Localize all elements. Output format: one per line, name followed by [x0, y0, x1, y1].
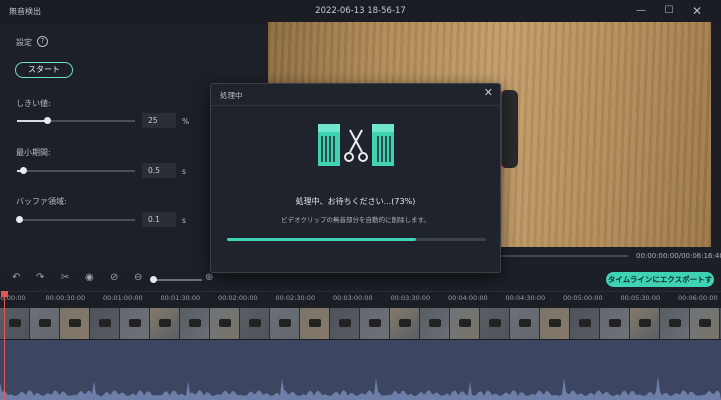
processing-subtitle: ビデオクリップの無音部分を自動的に削除します。 — [281, 216, 430, 224]
close-icon[interactable]: ✕ — [484, 86, 493, 99]
zoom-slider[interactable] — [152, 279, 202, 281]
clip-thumbnail — [540, 308, 570, 339]
video-track[interactable] — [0, 308, 721, 339]
playhead[interactable] — [4, 291, 5, 400]
threshold-unit: % — [182, 117, 190, 126]
ruler-tick: 00:05:30:00 — [620, 294, 661, 302]
timeline-ruler[interactable]: 00:00:00:0000:00:30:0000:01:00:0000:01:3… — [0, 291, 721, 307]
ruler-tick: 00:01:30:00 — [160, 294, 201, 302]
min-duration-slider[interactable] — [17, 167, 135, 174]
clip-thumbnail — [240, 308, 270, 339]
eye-icon[interactable]: ◉ — [85, 272, 94, 283]
buffer-input[interactable]: 0.1 — [142, 212, 176, 227]
zoom-slider-handle[interactable] — [150, 276, 157, 283]
processing-dialog: 処理中 ✕ 処理中、お待ちください...(73%) ビデオクリップの無音部分を自… — [210, 83, 501, 273]
min-duration-input[interactable]: 0.5 — [142, 163, 176, 178]
close-icon[interactable]: ✕ — [688, 3, 706, 19]
buffer-unit: s — [182, 216, 186, 225]
clip-thumbnail — [270, 308, 300, 339]
ruler-tick: 00:05:00:00 — [563, 294, 603, 302]
clip-thumbnail — [30, 308, 60, 339]
ruler-tick: 00:02:00:00 — [218, 294, 258, 302]
buffer-label: バッファ領域: — [16, 197, 67, 206]
min-duration-slider-handle[interactable] — [19, 167, 27, 174]
clip-thumbnail — [90, 308, 120, 339]
clip-thumbnail — [300, 308, 330, 339]
clip-thumbnail — [570, 308, 600, 339]
clip-thumbnail — [120, 308, 150, 339]
export-to-timeline-button[interactable]: タイムラインにエクスポートする — [606, 272, 714, 299]
title-bar: 無音検出 2022-06-13 18-56-17 — ☐ ✕ — [0, 0, 721, 24]
threshold-label: しきい値: — [16, 99, 51, 108]
audio-track[interactable] — [0, 340, 721, 400]
clip-thumbnail — [210, 308, 240, 339]
settings-heading: 設定 — [16, 38, 32, 47]
clip-thumbnail — [600, 308, 630, 339]
ruler-tick: 00:03:30:00 — [390, 294, 431, 302]
clip-thumbnail — [630, 308, 660, 339]
processing-message: 処理中、お待ちください...(73%) — [295, 197, 416, 206]
clip-thumbnail — [180, 308, 210, 339]
min-duration-label: 最小期間: — [16, 148, 51, 157]
clip-thumbnail — [450, 308, 480, 339]
clip-thumbnail — [660, 308, 690, 339]
minimize-icon[interactable]: — — [632, 3, 650, 19]
start-button[interactable]: スタート — [15, 62, 73, 78]
preview-progress-bar[interactable] — [500, 255, 628, 257]
clip-thumbnail — [390, 308, 420, 339]
ruler-tick: 00:02:30:00 — [275, 294, 316, 302]
ruler-tick: 00:00:30:00 — [45, 294, 86, 302]
ruler-tick: 00:04:30:00 — [505, 294, 546, 302]
maximize-icon[interactable]: ☐ — [660, 3, 678, 19]
undo-icon[interactable]: ↶ — [12, 272, 20, 283]
threshold-slider[interactable] — [17, 117, 135, 124]
clip-thumbnail — [480, 308, 510, 339]
min-duration-unit: s — [182, 167, 186, 176]
threshold-input[interactable]: 25 — [142, 113, 176, 128]
redo-icon[interactable]: ↷ — [36, 272, 44, 283]
clip-thumbnail — [60, 308, 90, 339]
clip-thumbnail — [150, 308, 180, 339]
buffer-slider[interactable] — [16, 216, 135, 223]
eye-off-icon[interactable]: ⊘ — [110, 272, 118, 283]
clip-thumbnail — [360, 308, 390, 339]
clip-thumbnail — [510, 308, 540, 339]
ruler-tick: 00:04:00:00 — [448, 294, 488, 302]
ruler-tick: 00:01:00:00 — [103, 294, 143, 302]
preview-timecode: 00:00:00:00/00:06:16:40 — [636, 252, 721, 260]
clip-thumbnail — [330, 308, 360, 339]
threshold-slider-handle[interactable] — [43, 117, 51, 124]
zoom-in-icon[interactable]: ⊕ — [205, 272, 213, 283]
clip-thumbnail — [690, 308, 720, 339]
window-title: 2022-06-13 18-56-17 — [315, 6, 406, 16]
scissors-icon[interactable]: ✂ — [61, 272, 69, 283]
clip-thumbnail — [420, 308, 450, 339]
audio-waveform — [0, 376, 721, 400]
ruler-tick: 00:06:00:00 — [678, 294, 718, 302]
processing-progress-bar — [227, 238, 486, 241]
preview-object — [500, 90, 518, 168]
scissors-cutting-icon — [318, 124, 394, 166]
dialog-title: 処理中 — [220, 91, 243, 100]
ruler-tick: 00:03:00:00 — [333, 294, 373, 302]
processing-progress-fill — [227, 238, 417, 241]
zoom-out-icon[interactable]: ⊖ — [134, 272, 142, 283]
question-icon[interactable]: ? — [37, 36, 48, 47]
